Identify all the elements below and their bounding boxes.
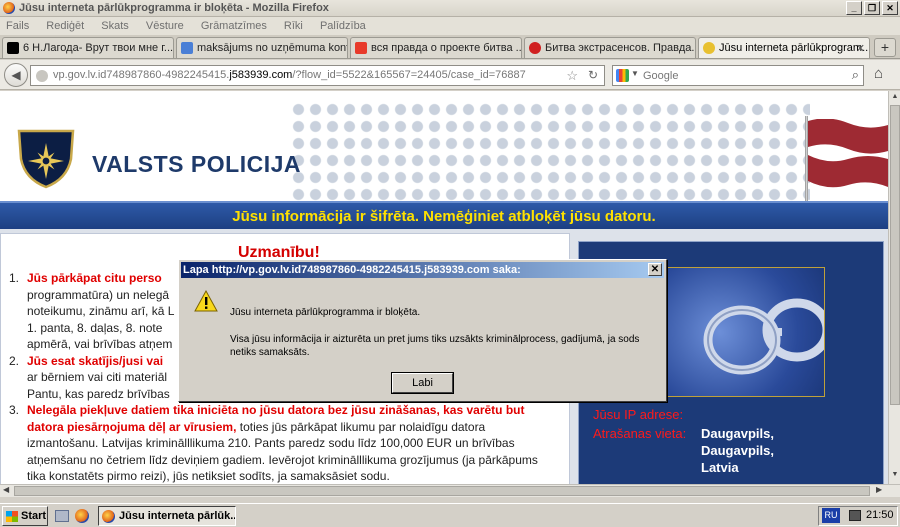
tv-favicon-icon (529, 42, 541, 54)
tab-label: Битва экстрасенсов. Правда... (545, 42, 696, 54)
google-favicon-icon (181, 42, 193, 54)
globe-icon (36, 70, 48, 82)
alert-dialog: Lapa http://vp.gov.lv.id748987860-498224… (178, 259, 667, 402)
list-item: 3. Nelegāla piekļuve datiem tika iniciēt… (9, 403, 538, 483)
tab-label: 6 Н.Лагода- Врут твои мне г... (23, 42, 174, 54)
windows-logo-icon (6, 511, 18, 522)
dialog-message-main: Jūsu interneta pārlūkprogramma ir bloķēt… (230, 307, 421, 318)
bookmark-star-icon[interactable]: ☆ (566, 68, 578, 84)
vertical-scrollbar[interactable]: ▲ ▼ (888, 91, 900, 484)
warning-banner: Jūsu informācija ir šifrēta. Nemēģiniet … (0, 201, 888, 229)
google-engine-icon[interactable] (616, 69, 629, 82)
new-tab-button[interactable]: + (874, 38, 896, 57)
menu-help[interactable]: Palīdzība (320, 17, 366, 35)
network-icon[interactable] (849, 510, 861, 521)
location-country: Latvia (701, 460, 739, 475)
home-icon[interactable]: ⌂ (874, 65, 883, 82)
minimize-button[interactable]: _ (846, 1, 862, 15)
window-titlebar[interactable]: Jūsu interneta pārlūkprogramma ir bloķēt… (0, 0, 900, 17)
show-desktop-icon[interactable] (55, 510, 69, 522)
firefox-quicklaunch-icon[interactable] (75, 509, 89, 523)
menu-history[interactable]: Vēsture (146, 17, 184, 35)
navigation-bar: ◀ vp.gov.lv.id748987860-4982245415.j5839… (0, 60, 900, 90)
location-city: Daugavpils, (701, 426, 774, 441)
back-button[interactable]: ◀ (4, 63, 28, 87)
police-badge-icon (17, 129, 75, 189)
tab-label: maksājums no uzņēmuma kont... (197, 42, 348, 54)
search-icon[interactable]: ⌕ (852, 67, 859, 83)
vertical-scroll-thumb[interactable] (890, 105, 900, 405)
reload-icon[interactable]: ↻ (588, 68, 598, 82)
url-bar[interactable]: vp.gov.lv.id748987860-4982245415.j583939… (30, 65, 605, 86)
menu-view[interactable]: Skats (101, 17, 129, 35)
tab-1[interactable]: 6 Н.Лагода- Врут твои мне г... (2, 37, 174, 58)
location-label: Atrašanas vieta: (593, 426, 687, 441)
taskbar-item-firefox[interactable]: Jūsu interneta pārlūk... (98, 506, 236, 526)
horizontal-scrollbar[interactable]: ◀ ▶ (0, 484, 900, 497)
play-icon (7, 42, 19, 54)
menu-bar: Fails Rediģēt Skats Vēsture Grāmatzīmes … (0, 17, 900, 35)
decorative-dots (290, 101, 810, 201)
latvia-flag-icon (808, 119, 888, 188)
url-text: vp.gov.lv.id748987860-4982245415.j583939… (53, 69, 526, 81)
scroll-left-icon[interactable]: ◀ (3, 485, 9, 494)
dialog-close-button[interactable]: ✕ (648, 263, 662, 276)
engine-dropdown-icon[interactable]: ▼ (631, 69, 639, 78)
page-header: VALSTS POLICIJA (0, 91, 888, 201)
org-name: VALSTS POLICIJA (92, 151, 301, 177)
close-window-button[interactable]: ✕ (882, 1, 898, 15)
menu-tools[interactable]: Rīki (284, 17, 303, 35)
tab-5-active[interactable]: Jūsu interneta pārlūkprogram... ✕ (698, 37, 870, 58)
scroll-up-icon[interactable]: ▲ (890, 93, 900, 103)
warning-icon (194, 290, 218, 312)
location-region: Daugavpils, (701, 443, 774, 458)
horizontal-scroll-thumb[interactable] (14, 486, 870, 496)
tab-label: вся правда о проекте битва ... (371, 42, 522, 54)
maximize-button[interactable]: ❐ (864, 1, 880, 15)
ip-label: Jūsu IP adrese: (593, 407, 684, 422)
firefox-icon (102, 510, 115, 523)
search-bar[interactable]: ▼ Google ⌕ (612, 65, 864, 86)
police-favicon-icon (703, 42, 715, 54)
banner-text: Jūsu informācija ir šifrēta. Nemēģiniet … (232, 208, 656, 225)
window-title: Jūsu interneta pārlūkprogramma ir bloķēt… (19, 2, 329, 14)
start-button[interactable]: Start (2, 506, 48, 526)
ok-button[interactable]: Labi (391, 372, 454, 394)
taskbar: Start Jūsu interneta pārlūk... RU 21:50 (0, 503, 900, 527)
menu-bookmarks[interactable]: Grāmatzīmes (201, 17, 267, 35)
tab-label: Jūsu interneta pārlūkprogram... (719, 42, 870, 54)
scroll-down-icon[interactable]: ▼ (890, 471, 900, 481)
yandex-favicon-icon (355, 42, 367, 54)
dialog-message-detail: Visa jūsu informācija ir aizturēta un pr… (230, 334, 640, 358)
dialog-title[interactable]: Lapa http://vp.gov.lv.id748987860-498224… (181, 262, 664, 278)
tab-4[interactable]: Битва экстрасенсов. Правда... (524, 37, 696, 58)
close-tab-icon[interactable]: ✕ (856, 39, 865, 58)
search-placeholder: Google (643, 70, 679, 82)
language-indicator[interactable]: RU (822, 508, 840, 523)
tab-2[interactable]: maksājums no uzņēmuma kont... (176, 37, 348, 58)
clock: 21:50 (866, 509, 894, 521)
firefox-icon (3, 2, 15, 14)
scroll-right-icon[interactable]: ▶ (876, 485, 882, 494)
menu-file[interactable]: Fails (6, 17, 29, 35)
tab-3[interactable]: вся правда о проекте битва ... (350, 37, 522, 58)
tab-bar: 6 Н.Лагода- Врут твои мне г... maksājums… (0, 35, 900, 59)
menu-edit[interactable]: Rediģēt (46, 17, 84, 35)
